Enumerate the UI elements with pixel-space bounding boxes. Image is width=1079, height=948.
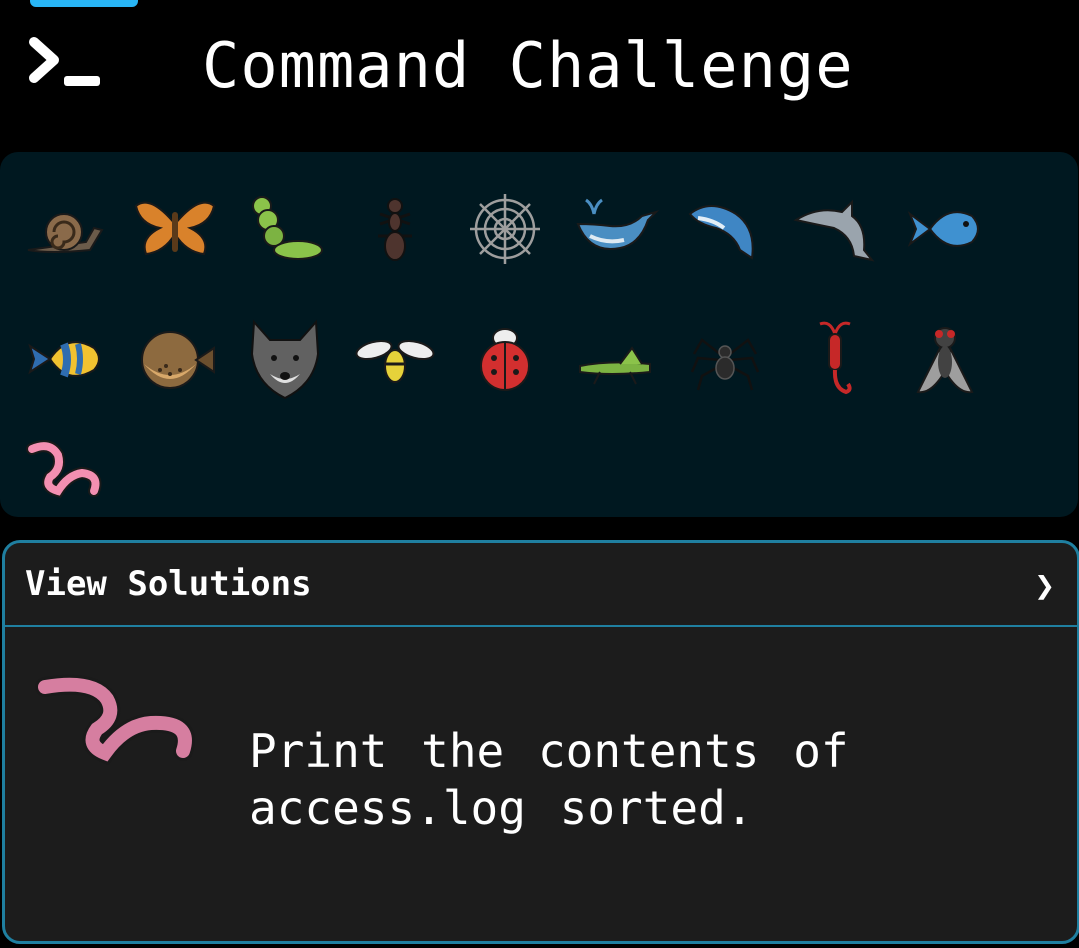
- challenge-worm[interactable]: [10, 419, 120, 529]
- whale-icon: [576, 198, 660, 250]
- top-tab-indicator: [30, 0, 138, 7]
- fly-icon: [916, 327, 974, 394]
- challenge-grasshopper[interactable]: [560, 304, 670, 414]
- icon-row: [10, 424, 1070, 524]
- ant-icon: [378, 198, 412, 261]
- scorpion-icon: [819, 321, 852, 395]
- solution-card: View Solutions ❯ Print the contents of a…: [2, 540, 1079, 944]
- challenge-fly[interactable]: [890, 304, 1000, 414]
- challenge-body: Print the contents of access.log sorted.: [5, 627, 1077, 939]
- challenge-spider[interactable]: [670, 304, 780, 414]
- caterpillar-icon: [252, 196, 323, 260]
- snail-icon: [27, 213, 104, 253]
- fish-icon: [907, 211, 979, 247]
- ladybug-icon: [480, 328, 530, 391]
- challenge-ladybug[interactable]: [450, 304, 560, 414]
- challenge-scorpion[interactable]: [780, 304, 890, 414]
- view-solutions-label: View Solutions: [25, 564, 312, 604]
- challenge-fish[interactable]: [890, 174, 1000, 284]
- page: Command Challenge View Solutions ❯ Print…: [0, 0, 1079, 948]
- spider-web-icon: [470, 194, 540, 264]
- challenge-bee[interactable]: [340, 304, 450, 414]
- challenge-icon-panel: [0, 152, 1078, 517]
- spider-icon: [690, 338, 760, 391]
- challenge-butterfly[interactable]: [120, 174, 230, 284]
- challenge-caterpillar[interactable]: [230, 174, 340, 284]
- challenge-description: Print the contents of access.log sorted.: [249, 724, 849, 835]
- pufferfish-icon: [141, 331, 215, 389]
- challenge-orca[interactable]: [670, 174, 780, 284]
- icon-row: [10, 294, 1070, 424]
- dolphin-icon: [793, 199, 875, 262]
- app-header: Command Challenge: [0, 14, 1079, 114]
- challenge-tropical-fish[interactable]: [10, 304, 120, 414]
- challenge-dolphin[interactable]: [780, 174, 890, 284]
- grasshopper-icon: [579, 346, 651, 385]
- icon-row: [10, 164, 1070, 294]
- worm-icon: [26, 440, 102, 499]
- challenge-icon-grid: [10, 164, 1070, 524]
- view-solutions-toggle[interactable]: View Solutions ❯: [5, 543, 1077, 627]
- challenge-spider-web[interactable]: [450, 174, 560, 284]
- challenge-wolf[interactable]: [230, 304, 340, 414]
- chevron-right-icon: ❯: [1034, 566, 1055, 606]
- bee-icon: [355, 339, 435, 383]
- app-title: Command Challenge: [202, 29, 854, 102]
- wolf-icon: [250, 319, 320, 400]
- orca-icon: [688, 205, 754, 260]
- challenge-pufferfish[interactable]: [120, 304, 230, 414]
- challenge-snail[interactable]: [10, 174, 120, 284]
- butterfly-icon: [134, 201, 216, 256]
- tropical-fish-icon: [28, 341, 100, 378]
- worm-icon: [35, 674, 195, 766]
- challenge-whale[interactable]: [560, 174, 670, 284]
- terminal-prompt-icon[interactable]: [28, 36, 104, 92]
- challenge-ant[interactable]: [340, 174, 450, 284]
